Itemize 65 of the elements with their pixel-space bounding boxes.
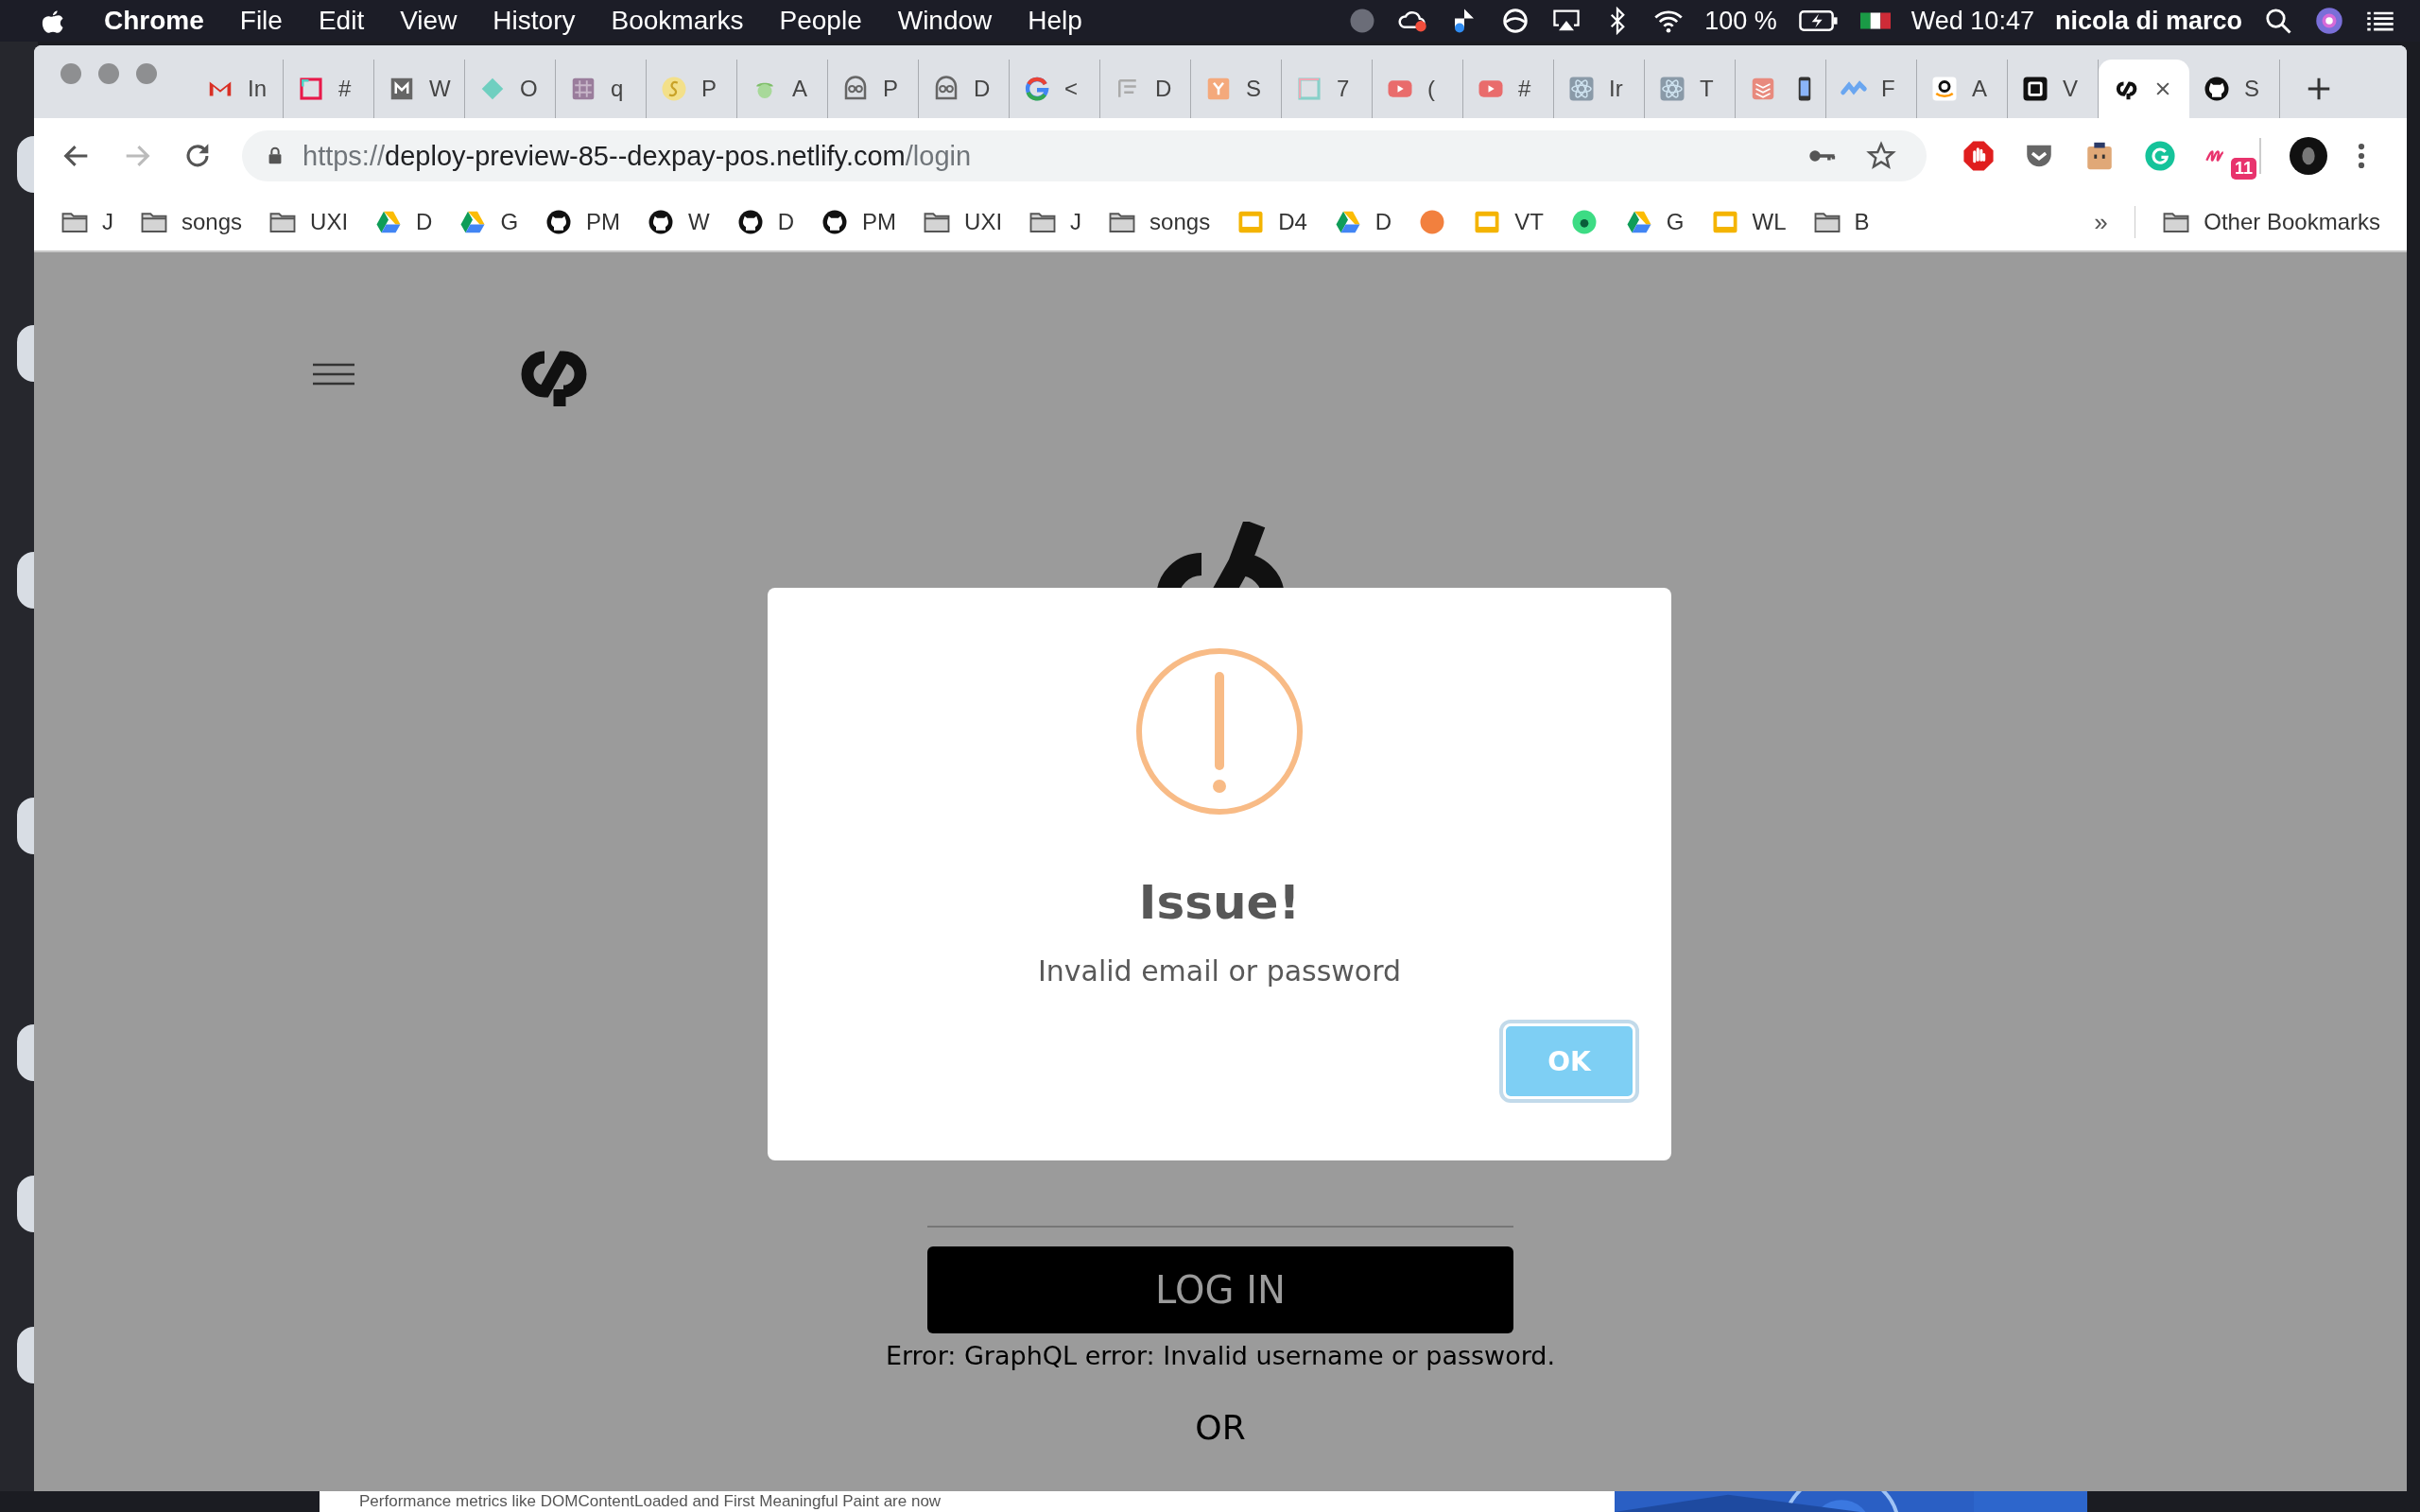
app-icon[interactable] [17,1024,34,1081]
battery-percent: 100 % [1704,6,1777,36]
bookmark[interactable]: PM [544,208,621,236]
other-bookmarks-folder[interactable]: Other Bookmarks [2162,208,2380,236]
app-icon[interactable] [17,1176,34,1232]
bookmark[interactable]: songs [140,208,243,236]
bookmark[interactable]: UXI [923,208,1003,236]
tab[interactable] [2099,60,2189,118]
notification-badge: 11 [2231,158,2257,180]
menu-item[interactable]: Help [1028,6,1082,36]
menu-item[interactable]: File [239,6,283,36]
avatar[interactable] [2290,137,2327,175]
menu-item[interactable]: Bookmarks [611,6,744,36]
user-name[interactable]: nicola di marco [2054,6,2242,36]
atom-icon [1567,75,1596,103]
octocat-icon [2203,75,2231,103]
app-icon[interactable] [17,1327,34,1383]
bookmark[interactable]: UXI [268,208,349,236]
menu-item[interactable]: Edit [318,6,365,36]
stop-hand-icon[interactable] [1962,140,1995,172]
atom-icon [1658,75,1686,103]
app-icon[interactable] [17,552,34,609]
bookmark[interactable]: J [60,208,113,236]
bookmark[interactable]: D [374,208,433,236]
bookmark[interactable]: G [458,208,519,236]
login-button[interactable]: LOG IN [927,1246,1513,1333]
star-icon[interactable] [1866,141,1896,171]
bookmark[interactable]: D [1333,208,1392,236]
swirl-icon [660,75,688,103]
app-icon[interactable] [17,798,34,854]
bookmark[interactable]: PM [821,208,897,236]
bookmark[interactable]: B [1812,208,1870,236]
dialog-title: Issue! [1138,875,1301,930]
address-bar[interactable]: https://deploy-preview-85--dexpay-pos.netlify.com/login [242,130,1927,181]
menu-item[interactable]: History [493,6,576,36]
bookmark[interactable]: J [1028,208,1082,236]
app-menu[interactable]: Chrome [104,6,204,36]
menu-item[interactable]: View [400,6,458,36]
menu-icon[interactable] [312,363,355,386]
bookmark[interactable]: WL [1710,208,1787,236]
dialog-message: Invalid email or password [1037,954,1402,988]
article-text: Performance metrics like DOMContentLoaded and First Meaningful Paint are now [359,1492,942,1511]
bookmark[interactable]: W [647,208,710,236]
menu-item[interactable]: Window [897,6,993,36]
square-icon [1295,75,1323,103]
more-bookmarks-button[interactable]: » [2094,207,2108,237]
clock[interactable]: Wed 10:47 [1910,6,2034,36]
square-icon [297,75,325,103]
ring-icon [1023,75,1051,103]
menu-item[interactable]: People [779,6,862,36]
warning-icon [1134,646,1305,816]
app-icon[interactable] [17,325,34,382]
bookmark[interactable]: G [1624,208,1685,236]
bookmark[interactable]: D [735,208,795,236]
bookmark[interactable]: D4 [1236,208,1307,236]
search-icon[interactable] [2263,7,2293,35]
url-text[interactable]: https://deploy-preview-85--dexpay-pos.netlify.com/login [302,140,1779,172]
error-message: Error: GraphQL error: Invalid username or password. [885,1341,1556,1370]
smile-icon [1930,75,1959,103]
orb-icon[interactable] [2314,7,2344,35]
app-icon[interactable] [17,136,34,193]
divider-label: OR [1195,1408,1246,1447]
bookmark[interactable]: VT [1473,208,1544,236]
bookmark[interactable]: songs [1108,208,1211,236]
square-icon [2021,75,2049,103]
